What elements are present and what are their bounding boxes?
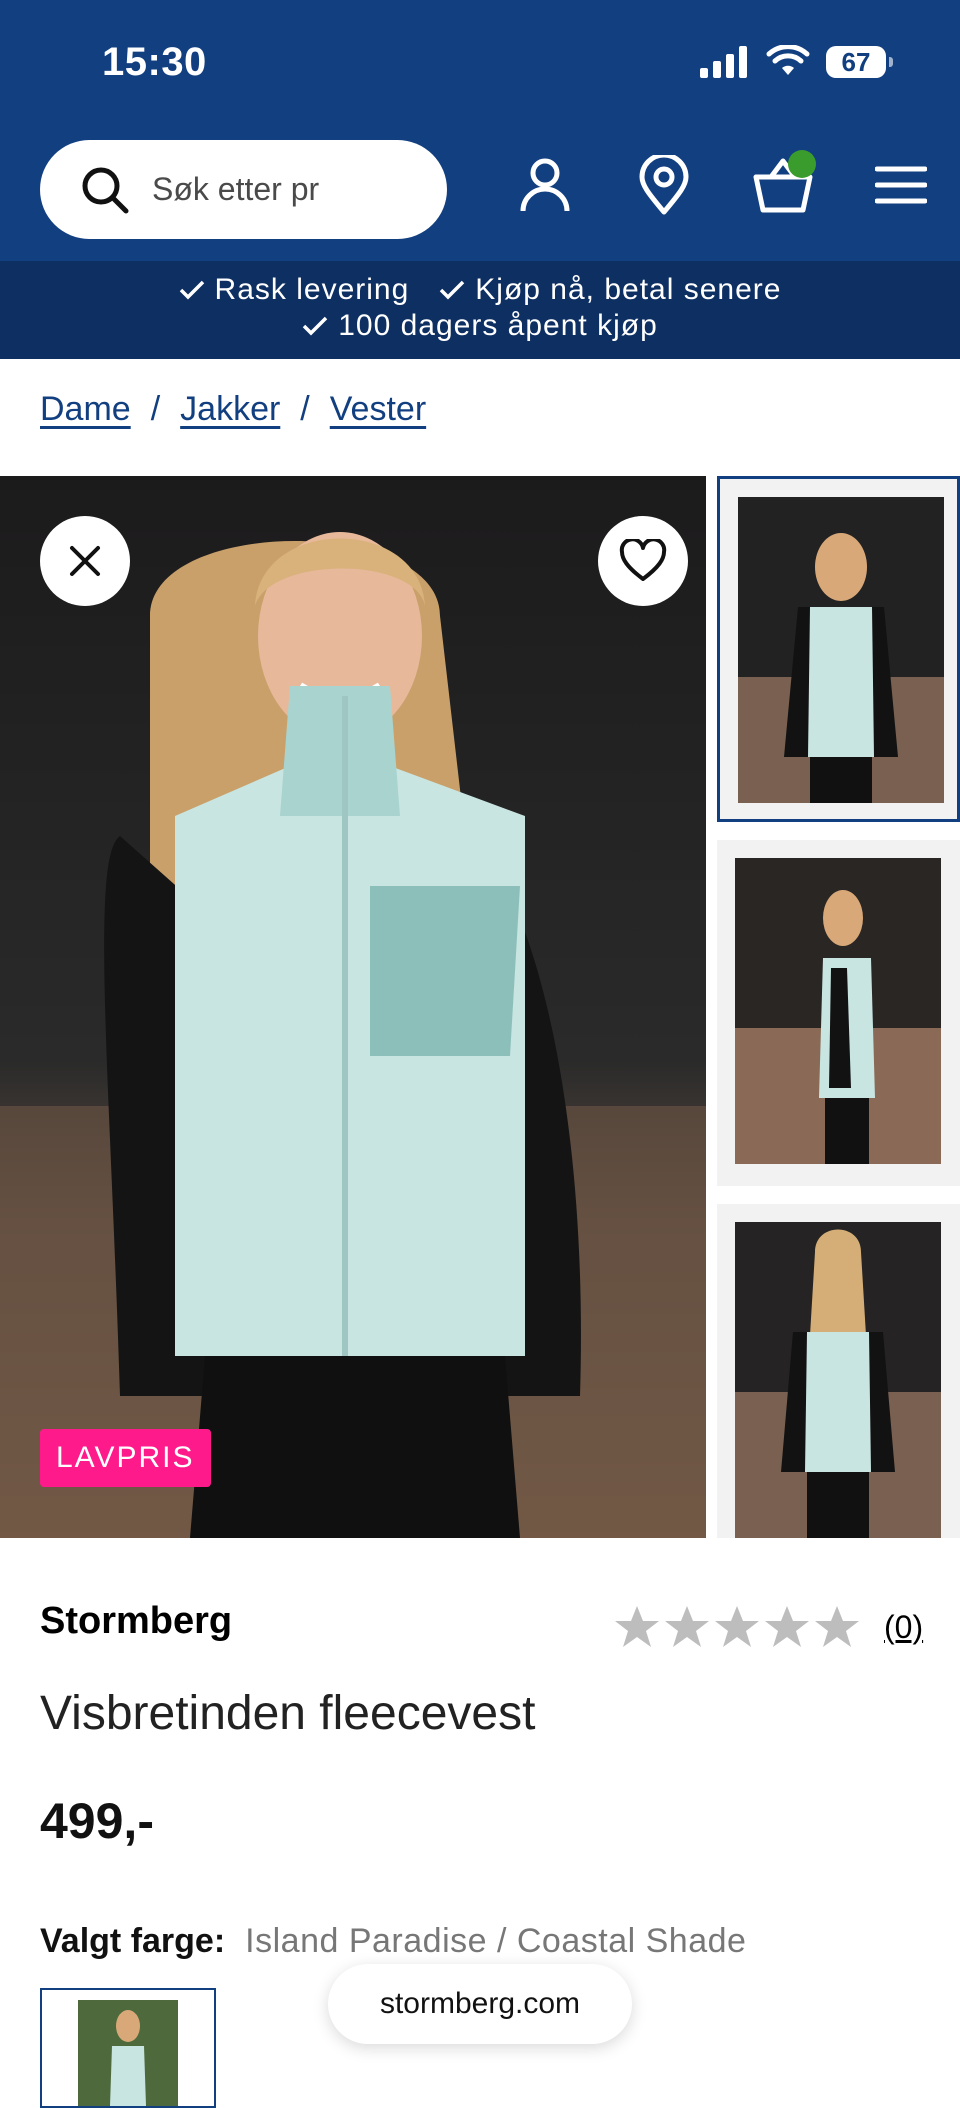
product-rating[interactable]: (0) xyxy=(614,1604,923,1650)
header: 15:30 67 Søk etter pr xyxy=(0,0,960,261)
thumbnail-image xyxy=(735,1222,941,1538)
thumbnail-image xyxy=(738,497,944,803)
cellular-signal-icon xyxy=(700,46,747,78)
swatch-image xyxy=(42,1990,214,2106)
cart-button[interactable] xyxy=(748,150,818,220)
product-name: Visbretinden fleecevest xyxy=(40,1687,536,1740)
favorite-button[interactable] xyxy=(598,516,688,606)
selected-color-value: Island Paradise / Coastal Shade xyxy=(245,1922,747,1960)
breadcrumb: Dame / Jakker / Vester xyxy=(40,390,426,429)
main-product-image[interactable]: LAVPRIS xyxy=(0,476,706,1538)
model-photo xyxy=(0,476,706,1538)
breadcrumb-link-vester[interactable]: Vester xyxy=(330,390,426,429)
thumbnail-side[interactable] xyxy=(717,840,960,1186)
search-placeholder: Søk etter pr xyxy=(152,171,320,207)
checkmark-icon xyxy=(179,280,204,300)
breadcrumb-link-jakker[interactable]: Jakker xyxy=(180,390,280,429)
account-button[interactable] xyxy=(510,150,580,220)
thumbnail-back[interactable] xyxy=(717,1204,960,1538)
usp-label: Rask levering xyxy=(214,273,410,306)
selected-color-label: Valgt farge: xyxy=(40,1922,226,1960)
checkmark-icon xyxy=(302,316,328,336)
usp-label: 100 dagers åpent kjøp xyxy=(338,309,658,342)
color-swatch[interactable] xyxy=(40,1988,216,2108)
location-pin-icon xyxy=(639,155,689,215)
search-input[interactable]: Søk etter pr xyxy=(40,140,447,239)
thumbnail-front[interactable] xyxy=(717,476,960,822)
product-gallery: LAVPRIS xyxy=(0,476,960,1538)
cart-indicator-dot xyxy=(788,150,816,178)
user-icon xyxy=(520,158,570,212)
usp-bar: Rask levering Kjøp nå, betal senere 100 … xyxy=(0,261,960,359)
usp-item: Kjøp nå, betal senere xyxy=(439,273,781,307)
heart-icon xyxy=(619,539,667,581)
usp-item: Rask levering xyxy=(179,273,410,307)
breadcrumb-separator: / xyxy=(150,390,161,428)
usp-label: Kjøp nå, betal senere xyxy=(475,273,782,306)
wifi-icon xyxy=(766,45,810,75)
selected-color: Valgt farge: Island Paradise / Coastal S… xyxy=(40,1922,746,1961)
rating-count-link[interactable]: (0) xyxy=(884,1609,923,1646)
battery-indicator: 67 xyxy=(826,46,893,78)
thumbnail-image xyxy=(735,858,941,1164)
product-brand: Stormberg xyxy=(40,1600,233,1642)
product-price: 499,- xyxy=(40,1793,154,1849)
breadcrumb-link-dame[interactable]: Dame xyxy=(40,390,131,429)
store-locator-button[interactable] xyxy=(629,150,699,220)
status-icons: 67 xyxy=(700,42,893,82)
menu-button[interactable] xyxy=(866,150,936,220)
status-time: 15:30 xyxy=(102,40,207,84)
hamburger-menu-icon xyxy=(875,166,927,204)
usp-item: 100 dagers åpent kjøp xyxy=(302,309,658,343)
close-icon xyxy=(70,546,100,576)
lavpris-badge: LAVPRIS xyxy=(40,1429,211,1487)
breadcrumb-separator: / xyxy=(300,390,310,428)
star-rating-icon xyxy=(615,1606,859,1647)
browser-address-pill[interactable]: stormberg.com xyxy=(328,1964,632,2044)
checkmark-icon xyxy=(440,280,465,300)
search-icon xyxy=(82,167,129,213)
close-button[interactable] xyxy=(40,516,130,606)
